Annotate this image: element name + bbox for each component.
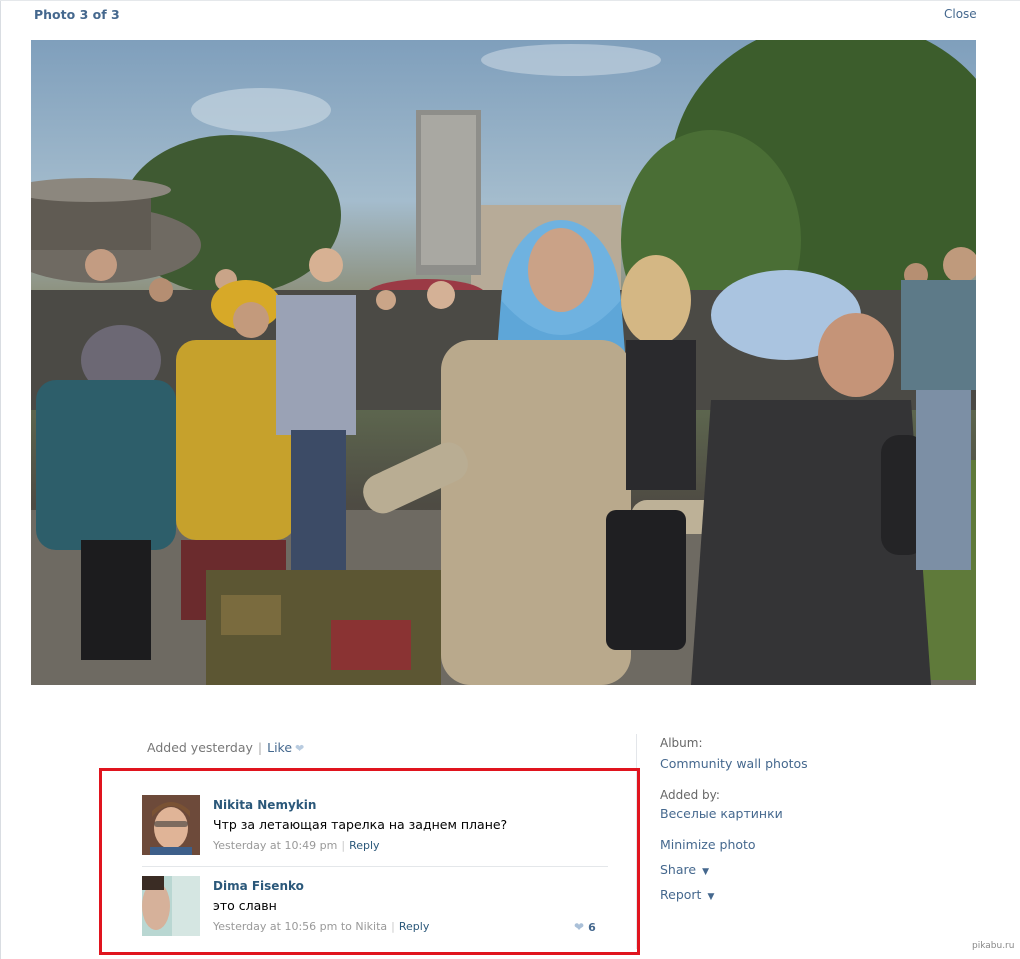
heart-icon: ❤ xyxy=(295,742,305,755)
like-count: 6 xyxy=(588,921,596,934)
reply-button[interactable]: Reply xyxy=(349,839,379,852)
album-label: Album: xyxy=(660,736,703,750)
album-link[interactable]: Community wall photos xyxy=(660,756,808,771)
comments-highlight-box: Nikita Nemykin Чтр за летающая тарелка н… xyxy=(99,768,640,955)
heart-icon: ❤ xyxy=(574,920,585,934)
comment-info: Yesterday at 10:56 pm to Nikita | Reply xyxy=(213,920,429,933)
avatar[interactable] xyxy=(142,795,200,855)
watermark: pikabu.ru xyxy=(972,941,1015,951)
comment-divider xyxy=(142,866,608,867)
comment-time[interactable]: Yesterday at 10:56 pm xyxy=(213,920,337,933)
like-button[interactable]: Like xyxy=(267,740,292,755)
reply-button[interactable]: Reply xyxy=(399,920,429,933)
added-date: Added yesterday xyxy=(147,740,253,755)
caret-down-icon: ▼ xyxy=(707,892,715,902)
caret-down-icon: ▼ xyxy=(702,867,709,877)
minimize-photo-button[interactable]: Minimize photo xyxy=(660,837,756,852)
share-button[interactable]: Share ▼ xyxy=(660,862,709,877)
info-separator: | xyxy=(341,839,346,852)
info-separator: | xyxy=(391,920,395,933)
main-photo[interactable] xyxy=(31,40,976,685)
window-left-border xyxy=(0,0,1,959)
reply-to-link[interactable]: to Nikita xyxy=(341,920,387,933)
comment-info: Yesterday at 10:49 pm | Reply xyxy=(213,839,380,852)
photo-meta: Added yesterday | Like ❤ xyxy=(147,740,304,755)
photo-counter: Photo 3 of 3 xyxy=(34,7,120,22)
report-label: Report xyxy=(660,887,702,902)
added-by-link[interactable]: Веселые картинки xyxy=(660,806,783,821)
report-button[interactable]: Report ▼ xyxy=(660,887,714,902)
comment-like-button[interactable]: ❤ 6 xyxy=(574,920,596,934)
comment-text: это славн xyxy=(213,898,277,913)
photo-illustration xyxy=(31,40,976,685)
avatar[interactable] xyxy=(142,876,200,936)
comment-text: Чтр за летающая тарелка на заднем плане? xyxy=(213,817,508,832)
comment-time[interactable]: Yesterday at 10:49 pm xyxy=(213,839,337,852)
added-by-label: Added by: xyxy=(660,788,720,802)
close-button[interactable]: Close xyxy=(944,7,977,21)
window-top-border xyxy=(0,0,1020,1)
meta-separator: | xyxy=(257,740,263,755)
share-label: Share xyxy=(660,862,697,877)
comment-author[interactable]: Dima Fisenko xyxy=(213,879,304,893)
comment-author[interactable]: Nikita Nemykin xyxy=(213,798,316,812)
